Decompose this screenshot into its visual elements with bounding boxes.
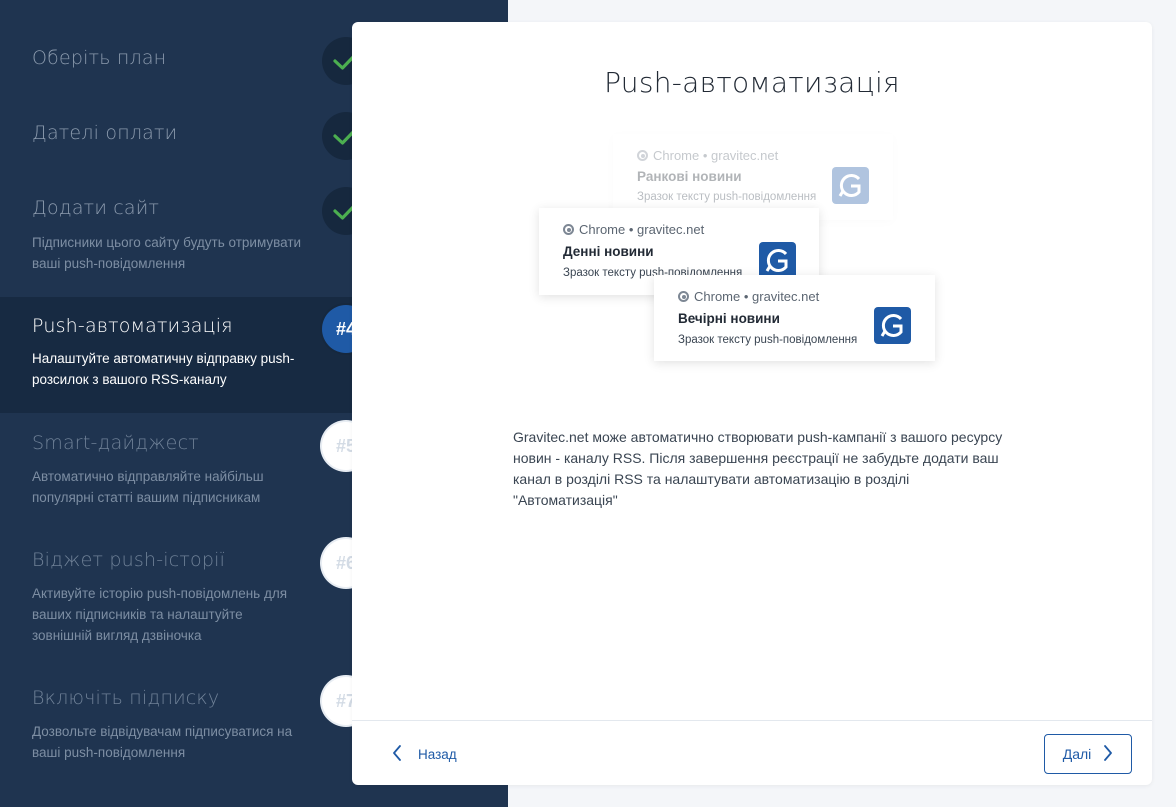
step-description: Автоматично відправляйте найбільш популя… [32,469,264,505]
step-description: Дозвольте відвідувачам підписуватися на … [32,724,293,760]
step-description: Налаштуйте автоматичну відправку push-ро… [32,351,295,387]
step-description: Підписники цього сайту будуть отримувати… [32,235,302,271]
notification-source-text: Chrome • gravitec.net [579,222,705,237]
step-title: Віджет push-історії [32,549,226,571]
chevron-right-icon [1103,744,1113,764]
notification-title: Вечірні новини [678,311,780,326]
gravitec-logo-icon [832,167,869,204]
next-button[interactable]: Далі [1044,734,1132,774]
notification-preview-evening: Chrome • gravitec.net Вечірні новини Зра… [654,275,935,361]
notification-text: Зразок тексту push-повідомлення [637,191,817,203]
gravitec-logo-icon [759,242,796,279]
step-push-automation[interactable]: Push-автоматизація Налаштуйте автоматичн… [0,297,370,413]
page-title: Push-автоматизація [604,66,900,99]
step-enable-subscription[interactable]: Включіть підписку Дозвольте відвідувачам… [0,669,370,779]
main-panel: Push-автоматизація Chrome • gravitec.net… [352,22,1152,785]
chrome-icon [637,150,648,161]
notification-source: Chrome • gravitec.net [678,289,819,304]
step-title: Включіть підписку [32,687,220,709]
step-title: Додати сайт [32,197,160,219]
automation-description: Gravitec.net може автоматично створювати… [513,429,1003,508]
notification-source: Chrome • gravitec.net [637,148,778,163]
step-title: Дателі оплати [32,122,178,144]
footer-divider [352,720,1152,721]
chevron-left-icon [392,744,402,764]
step-smart-digest[interactable]: Smart-дайджест Автоматично відправляйте … [0,414,370,524]
notification-source: Chrome • gravitec.net [563,222,704,237]
back-button-label: Назад [418,746,457,762]
step-title: Push-автоматизація [32,315,233,337]
notification-title: Денні новини [563,244,654,259]
notification-source-text: Chrome • gravitec.net [653,148,779,163]
step-payment-details[interactable]: Дателі оплати [0,97,370,177]
notification-text: Зразок тексту push-повідомлення [678,334,858,346]
gravitec-logo-icon [874,307,911,344]
step-title: Smart-дайджест [32,432,199,454]
back-button[interactable]: Назад [392,742,457,766]
step-description: Активуйте історію push-повідомлень для в… [32,586,288,643]
notification-source-text: Chrome • gravitec.net [694,289,820,304]
next-button-label: Далі [1062,746,1092,762]
chrome-icon [678,291,689,302]
step-add-site[interactable]: Додати сайт Підписники цього сайту будут… [0,172,370,292]
step-push-history-widget[interactable]: Віджет push-історії Активуйте історію pu… [0,531,370,661]
chrome-icon [563,224,574,235]
notification-title: Ранкові новини [637,169,742,184]
step-title: Оберіть план [32,47,167,69]
step-choose-plan[interactable]: Оберіть план [0,22,370,102]
